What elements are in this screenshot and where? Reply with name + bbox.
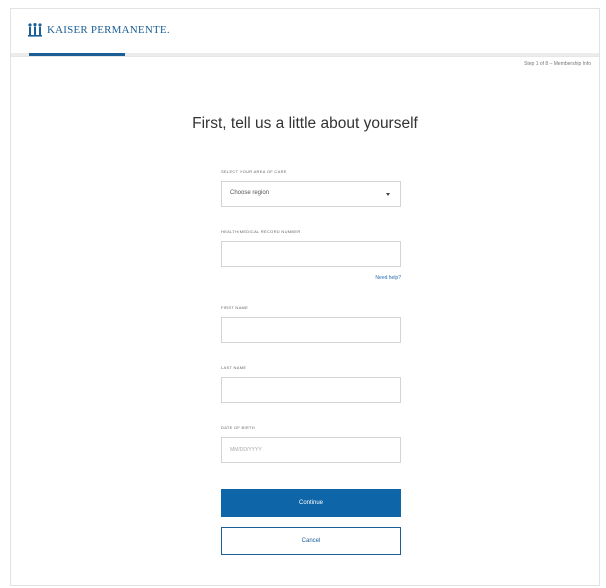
kp-logo-icon xyxy=(28,23,42,37)
first-name-input[interactable] xyxy=(221,317,401,343)
last-name-input[interactable] xyxy=(221,377,401,403)
dob-input[interactable]: MM/DD/YYYY xyxy=(221,437,401,463)
step-indicator: Step 1 of 8 – Membership Info xyxy=(524,61,591,67)
region-label: SELECT YOUR AREA OF CARE xyxy=(221,169,287,174)
need-help-link[interactable]: Need help? xyxy=(375,275,401,281)
dob-placeholder: MM/DD/YYYY xyxy=(230,447,262,453)
chevron-down-icon xyxy=(386,193,390,196)
page-header: KAISER PERMANENTE. xyxy=(11,9,599,57)
region-select-value: Choose region xyxy=(230,190,270,196)
progress-fill xyxy=(29,53,125,56)
region-select[interactable]: Choose region xyxy=(221,181,401,207)
signup-window: KAISER PERMANENTE. Step 1 of 8 – Members… xyxy=(10,8,600,586)
brand-name: KAISER PERMANENTE. xyxy=(47,24,170,36)
record-number-input[interactable] xyxy=(221,241,401,267)
record-number-label: HEALTH/MEDICAL RECORD NUMBER xyxy=(221,229,301,234)
brand-logo[interactable]: KAISER PERMANENTE. xyxy=(27,23,170,37)
last-name-label: LAST NAME xyxy=(221,365,247,370)
cancel-button[interactable]: Cancel xyxy=(221,527,401,555)
page-title: First, tell us a little about yourself xyxy=(192,115,418,132)
first-name-label: FIRST NAME xyxy=(221,305,249,310)
continue-button[interactable]: Continue xyxy=(221,489,401,517)
dob-label: DATE OF BIRTH xyxy=(221,425,255,430)
